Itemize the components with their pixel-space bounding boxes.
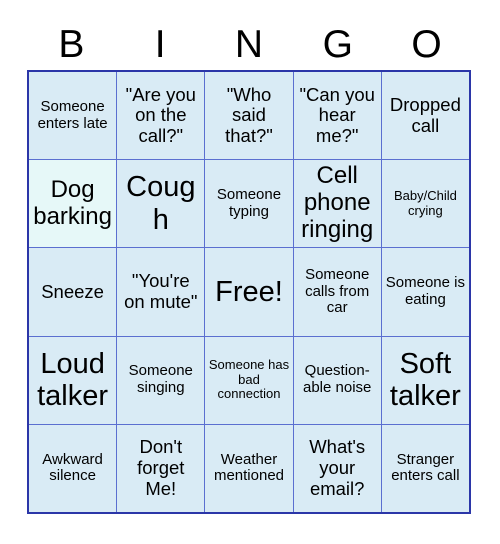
bingo-cell-label: Baby/Child crying bbox=[393, 188, 457, 218]
bingo-cell-r2c3[interactable]: Someone typing bbox=[205, 160, 293, 248]
bingo-cell-label: Loud talker bbox=[37, 347, 109, 413]
bingo-cell-r2c2[interactable]: Cough bbox=[117, 160, 205, 248]
bingo-cell-label: Sneeze bbox=[41, 280, 104, 302]
bingo-cell-r1c4[interactable]: "Can you hear me?" bbox=[293, 72, 381, 160]
bingo-cell-label: Someone is eating bbox=[385, 274, 465, 308]
bingo-cell-r1c2[interactable]: "Are you on the call?" bbox=[117, 72, 205, 160]
bingo-cell-r2c4[interactable]: Cell phone ringing bbox=[293, 160, 381, 248]
bingo-header-letter-n: N bbox=[234, 22, 264, 66]
bingo-cell-label: Someone has bad connection bbox=[208, 357, 290, 402]
bingo-cell-label: "Can you hear me?" bbox=[299, 83, 375, 146]
bingo-cell-label: "Are you on the call?" bbox=[125, 83, 196, 146]
bingo-cell-r5c2[interactable]: Don't forget Me! bbox=[117, 424, 205, 512]
bingo-cell-r5c3[interactable]: Weather mentioned bbox=[205, 424, 293, 512]
bingo-cell-label: Someone calls from car bbox=[305, 265, 370, 317]
bingo-cell-r4c3[interactable]: Someone has bad connection bbox=[205, 336, 293, 424]
bingo-cell-r3c3[interactable]: Free! bbox=[205, 248, 293, 336]
bingo-cell-r4c4[interactable]: Question-able noise bbox=[293, 336, 381, 424]
bingo-cell-r4c1[interactable]: Loud talker bbox=[29, 336, 117, 424]
bingo-cell-label: What's your email? bbox=[309, 436, 366, 499]
bingo-header-letter-o: O bbox=[411, 22, 442, 66]
bingo-cell-label: Weather mentioned bbox=[213, 450, 285, 485]
bingo-cell-label: Soft talker bbox=[389, 347, 461, 413]
bingo-cell-label: "Who said that?" bbox=[225, 83, 273, 146]
bingo-card: B I N G O Someone enters late "Are you on the… bbox=[0, 0, 500, 544]
bingo-cell-label: Free! bbox=[215, 275, 283, 308]
bingo-cell-label: Question-able noise bbox=[303, 362, 372, 397]
bingo-cell-r3c1[interactable]: Sneeze bbox=[29, 248, 117, 336]
bingo-header-letter-i: I bbox=[154, 22, 166, 66]
bingo-cell-r5c4[interactable]: What's your email? bbox=[293, 424, 381, 512]
bingo-cell-label: Someone typing bbox=[216, 185, 282, 220]
bingo-cell-label: Someone singing bbox=[128, 362, 193, 397]
bingo-cell-r4c5[interactable]: Soft talker bbox=[381, 336, 469, 424]
bingo-cell-r2c5[interactable]: Baby/Child crying bbox=[381, 160, 469, 248]
bingo-cell-label: "You're on mute" bbox=[124, 270, 198, 312]
bingo-cell-r5c1[interactable]: Awkward silence bbox=[29, 424, 117, 512]
bingo-cell-r3c2[interactable]: "You're on mute" bbox=[117, 248, 205, 336]
bingo-grid: Someone enters late "Are you on the call?… bbox=[27, 70, 471, 514]
bingo-cell-r1c1[interactable]: Someone enters late bbox=[29, 72, 117, 160]
bingo-cell-r3c5[interactable]: Someone is eating bbox=[381, 248, 469, 336]
bingo-cell-label: Don't forget Me! bbox=[137, 436, 185, 499]
bingo-cell-r1c3[interactable]: "Who said that?" bbox=[205, 72, 293, 160]
bingo-cell-r2c1[interactable]: Dog barking bbox=[29, 160, 117, 248]
bingo-header-letter-g: G bbox=[322, 22, 353, 66]
bingo-cell-r1c5[interactable]: Dropped call bbox=[381, 72, 469, 160]
bingo-cell-r4c2[interactable]: Someone singing bbox=[117, 336, 205, 424]
bingo-cell-label: Cough bbox=[126, 171, 196, 236]
bingo-cell-label: Awkward silence bbox=[42, 450, 103, 485]
bingo-cell-label: Dropped call bbox=[389, 93, 461, 136]
bingo-cell-r5c5[interactable]: Stranger enters call bbox=[381, 424, 469, 512]
bingo-header: BINGO bbox=[27, 18, 471, 70]
bingo-cell-label: Cell phone ringing bbox=[301, 162, 374, 244]
bingo-cell-label: Someone enters late bbox=[37, 97, 108, 132]
bingo-cell-label: Stranger enters call bbox=[391, 450, 460, 485]
bingo-cell-label: Dog barking bbox=[33, 175, 112, 230]
bingo-cell-r3c4[interactable]: Someone calls from car bbox=[293, 248, 381, 336]
bingo-header-letter-b: B bbox=[58, 22, 85, 66]
